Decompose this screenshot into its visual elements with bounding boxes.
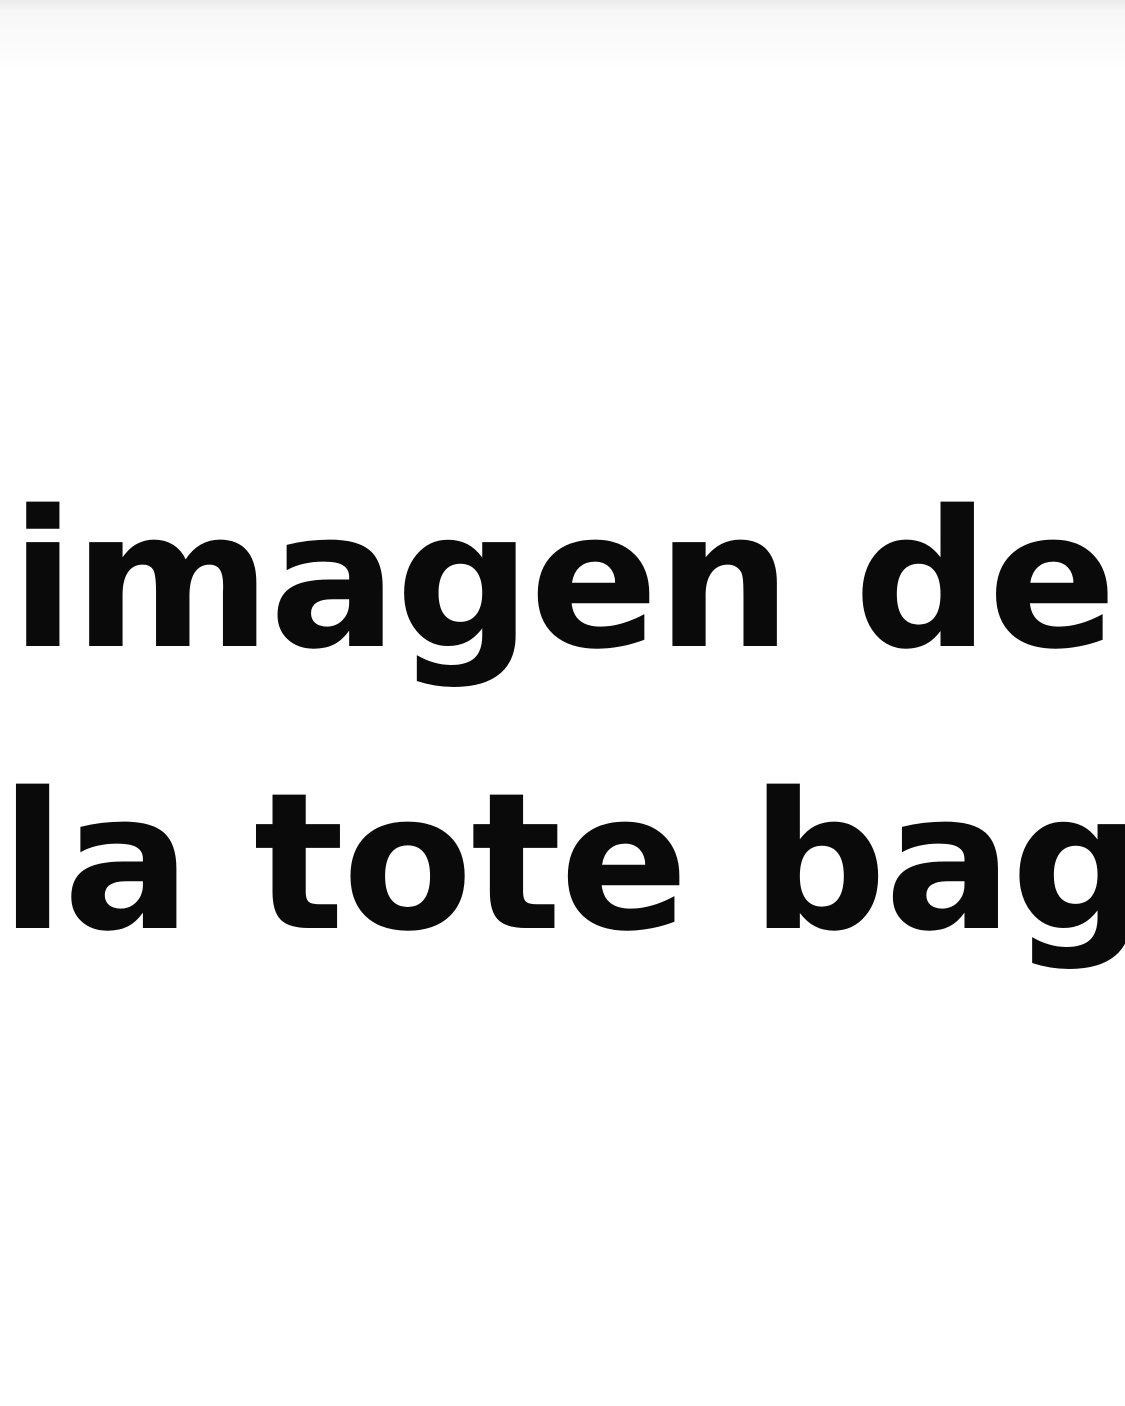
placeholder-line-1: imagen de [10,470,1116,691]
placeholder-line-2: la tote bag [0,752,1125,973]
image-placeholder-text: imagen de la tote bag [0,440,1125,1004]
top-fade [0,0,1125,70]
